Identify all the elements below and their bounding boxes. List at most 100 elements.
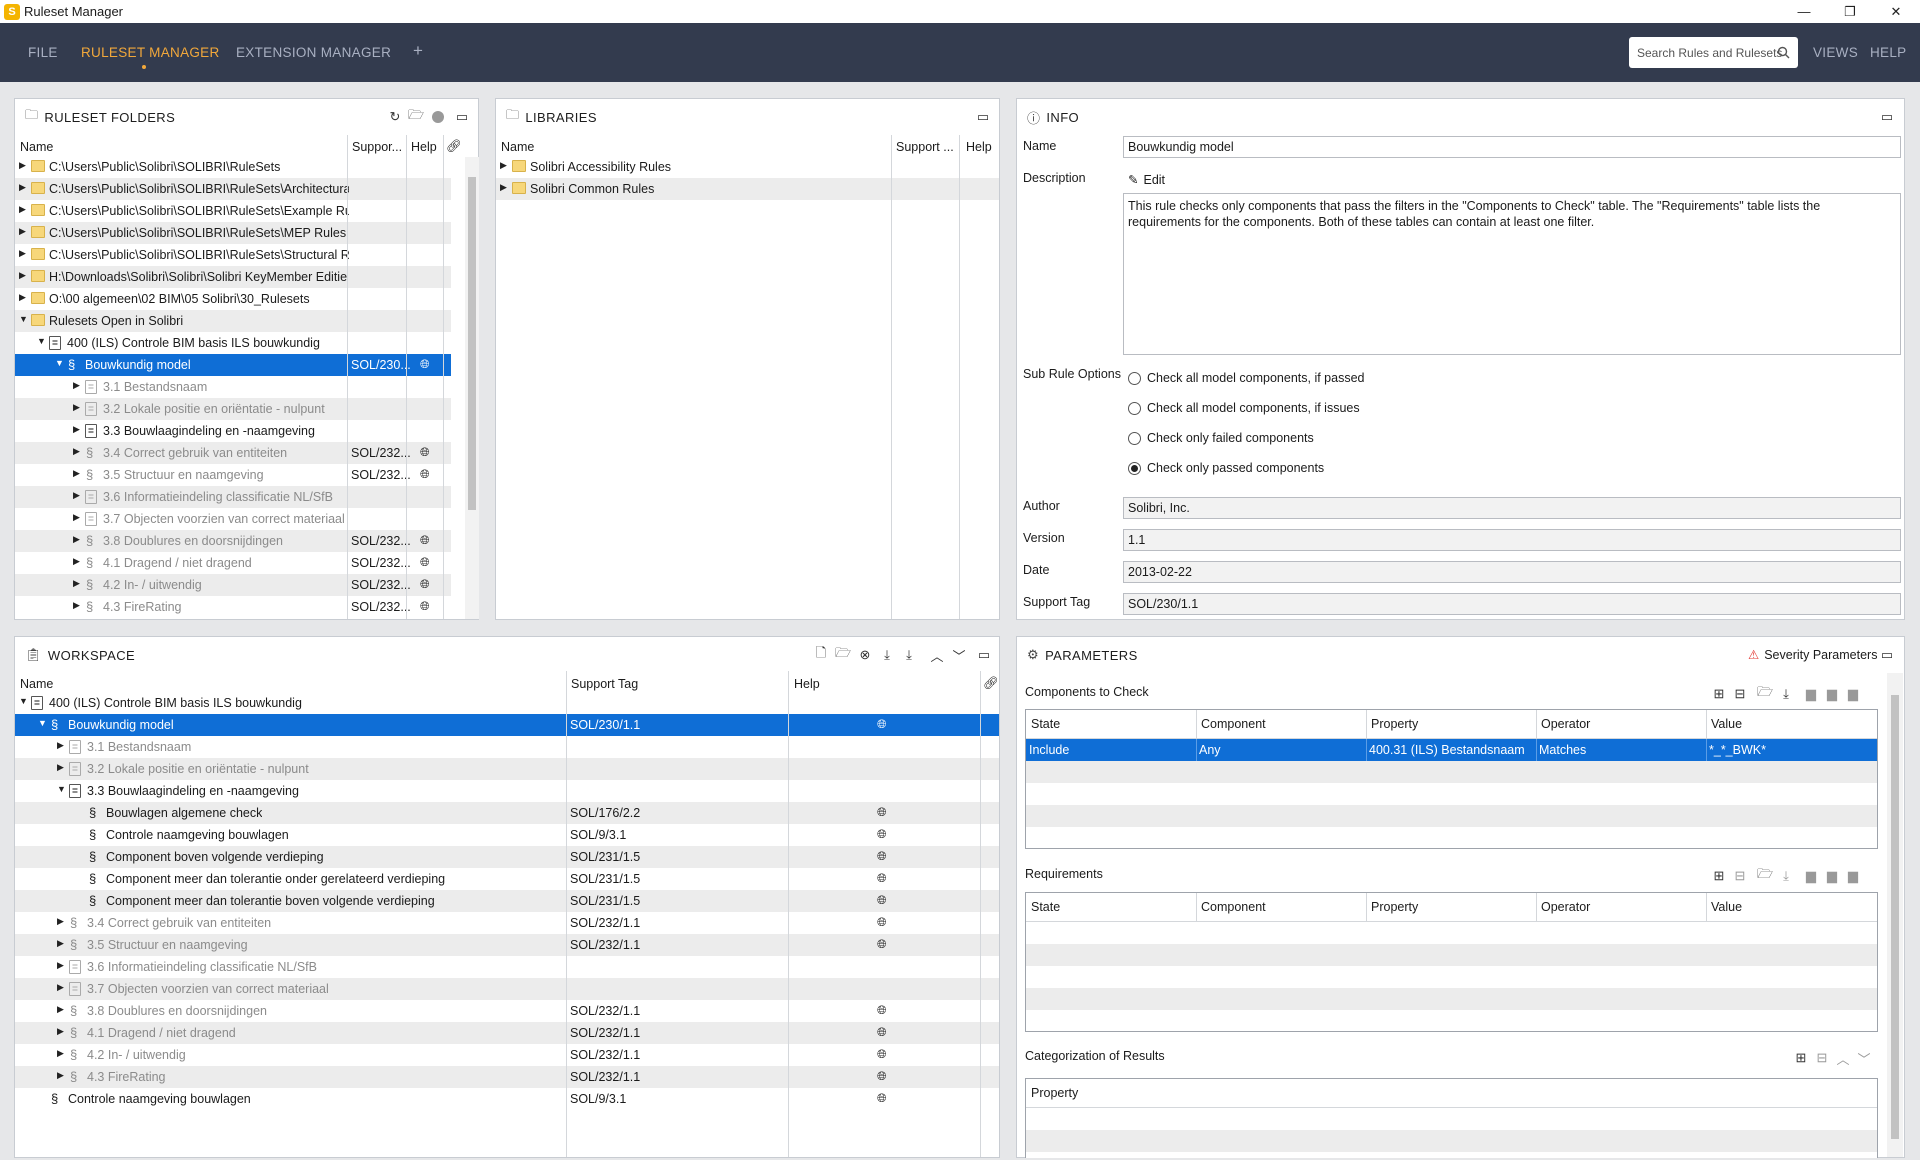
collapse-icon[interactable]: ▼ (55, 358, 64, 368)
add-filter-icon[interactable]: ⊞ (1710, 685, 1728, 703)
table-row[interactable] (1026, 966, 1877, 988)
option-check-passed[interactable]: Check only passed components (1128, 461, 1324, 475)
help-globe-icon[interactable]: 🌐︎ (877, 849, 887, 864)
col-property[interactable]: Property (1031, 1086, 1078, 1100)
table-row[interactable] (1026, 827, 1877, 849)
expand-icon[interactable]: ▶ (73, 490, 80, 501)
expand-icon[interactable]: ▶ (73, 468, 80, 479)
move-up-icon[interactable]: ︿ (928, 646, 946, 664)
tree-row[interactable]: ▶ ≣ 3.2 Lokale positie en oriëntatie - nul… (15, 758, 999, 780)
tree-row[interactable]: ▶ ≣ 3.7 Objecten voorzien van correct mate… (15, 978, 999, 1000)
tree-row[interactable]: § Component meer dan tolerantie boven vol… (15, 890, 999, 912)
tree-row[interactable]: ▶ § 3.4 Correct gebruik van entiteiten SOL/… (15, 442, 451, 464)
expand-icon[interactable]: ▶ (19, 182, 26, 193)
move-down-icon[interactable]: ﹀ (1855, 1049, 1873, 1067)
expand-icon[interactable]: ▶ (73, 446, 80, 457)
tree-row[interactable]: ▶ ≣ 3.1 Bestandsnaam (15, 736, 999, 758)
parameters-scrollbar[interactable] (1887, 673, 1903, 1157)
tree-row[interactable]: ▶ ≣ 3.6 Informatieindeling classificatie N… (15, 956, 999, 978)
table-row[interactable] (1026, 783, 1877, 805)
description-field[interactable]: This rule checks only components that pa… (1123, 193, 1901, 355)
clipboard-icon[interactable]: ▆ (1844, 685, 1862, 703)
name-field[interactable]: Bouwkundig model (1123, 136, 1901, 158)
expand-icon[interactable]: ▶ (73, 380, 80, 391)
tree-row[interactable]: ▶ C:\Users\Public\Solibri\SOLIBRI\RuleSet… (15, 244, 451, 266)
expand-icon[interactable]: ▶ (57, 1026, 64, 1037)
expand-icon[interactable]: ▶ (19, 248, 26, 259)
help-globe-icon[interactable]: 🌐︎ (420, 445, 430, 460)
menu-extension-manager[interactable]: EXTENSION MANAGER (236, 45, 391, 60)
option-check-all-issues[interactable]: Check all model components, if issues (1128, 401, 1360, 415)
expand-icon[interactable]: ▶ (73, 512, 80, 523)
tree-row[interactable]: § Bouwlagen algemene check SOL/176/2.2 🌐︎ (15, 802, 999, 824)
tree-row[interactable]: ▶ § 4.2 In- / uitwendig SOL/232... 🌐︎ (15, 574, 451, 596)
col-support[interactable]: Suppor... (352, 140, 402, 154)
help-globe-icon[interactable]: 🌐︎ (420, 599, 430, 614)
help-globe-icon[interactable]: 🌐︎ (420, 577, 430, 592)
tree-row[interactable]: ▶ ≣ 3.3 Bouwlaagindeling en -naamgeving (15, 420, 451, 442)
paperclip-icon[interactable]: 🔗︎ (983, 676, 999, 691)
scrollbar-thumb[interactable] (468, 177, 476, 510)
tree-row[interactable]: ▶ § 4.1 Dragend / niet dragend SOL/232/1.1 🌐… (15, 1022, 999, 1044)
clipboard-icon[interactable]: ▆ (1844, 867, 1862, 885)
tree-row[interactable]: ▶ § 3.5 Structuur en naamgeving SOL/232/1.1… (15, 934, 999, 956)
expand-icon[interactable]: ▶ (19, 204, 26, 215)
save-requirement-icon[interactable]: ⤓ (1777, 867, 1795, 885)
expand-icon[interactable]: ▶ (57, 1070, 64, 1081)
menu-help[interactable]: HELP (1870, 45, 1906, 60)
help-globe-icon[interactable]: 🌐︎ (877, 871, 887, 886)
minimize-icon[interactable]: — (1784, 0, 1824, 23)
tree-row[interactable]: ▶ § 4.2 In- / uitwendig SOL/232/1.1 🌐︎ (15, 1044, 999, 1066)
col-state[interactable]: State (1031, 717, 1060, 731)
maximize-panel-icon[interactable]: ▭ (1878, 646, 1896, 664)
tree-row[interactable]: ▶ C:\Users\Public\Solibri\SOLIBRI\RuleSet… (15, 222, 451, 244)
download-icon[interactable]: ⤓ (878, 646, 896, 664)
remove-requirement-icon[interactable]: ⊟ (1731, 867, 1749, 885)
col-operator[interactable]: Operator (1541, 900, 1590, 914)
col-help[interactable]: Help (966, 140, 992, 154)
col-support[interactable]: Support ... (896, 140, 954, 154)
tree-row[interactable]: § Component meer dan tolerantie onder ger… (15, 868, 999, 890)
expand-icon[interactable]: ▶ (500, 160, 507, 171)
tree-row[interactable]: ▶ Solibri Common Rules (496, 178, 999, 200)
date-field[interactable]: 2013-02-22 (1123, 561, 1901, 583)
copy-icon[interactable]: ▆ (1823, 685, 1841, 703)
tree-row[interactable]: ▶ C:\Users\Public\Solibri\SOLIBRI\RuleSet… (15, 178, 451, 200)
table-cell[interactable]: *_*_BWK* (1709, 743, 1766, 757)
col-name[interactable]: Name (20, 140, 53, 154)
close-icon[interactable]: ✕ (1876, 0, 1916, 23)
table-row[interactable] (1026, 1010, 1877, 1032)
col-state[interactable]: State (1031, 900, 1060, 914)
tree-row[interactable]: ▼ ≣ 3.3 Bouwlaagindeling en -naamgeving (15, 780, 999, 802)
tree-row[interactable]: § Controle naamgeving bouwlagen SOL/9/3.1 🌐… (15, 824, 999, 846)
tree-row[interactable]: § Controle naamgeving bouwlagen SOL/9/3.1 🌐… (15, 1088, 999, 1110)
tree-row[interactable]: ▶ ≣ 3.2 Lokale positie en oriëntatie - nul… (15, 398, 451, 420)
expand-icon[interactable]: ▶ (57, 982, 64, 993)
help-globe-icon[interactable]: 🌐︎ (877, 1003, 887, 1018)
table-row[interactable] (1026, 761, 1877, 783)
restore-icon[interactable]: ❐ (1830, 0, 1870, 23)
col-value[interactable]: Value (1711, 900, 1742, 914)
menu-ruleset-manager[interactable]: RULESET MANAGER (81, 45, 220, 60)
tree-row[interactable]: ▶ H:\Downloads\Solibri\Solibri\Solibri Ke… (15, 266, 451, 288)
table-row[interactable] (1026, 944, 1877, 966)
help-globe-icon[interactable]: 🌐︎ (877, 827, 887, 842)
help-globe-icon[interactable]: 🌐︎ (420, 357, 430, 372)
tree-row[interactable]: ▶ ≣ 3.7 Objecten voorzien van correct mate… (15, 508, 451, 530)
expand-icon[interactable]: ▶ (57, 1048, 64, 1059)
refresh-icon[interactable]: ↻ (386, 108, 404, 126)
severity-parameters-button[interactable]: ⚠ Severity Parameters (1748, 647, 1877, 663)
expand-icon[interactable]: ▶ (57, 960, 64, 971)
tree-row[interactable]: ▶ C:\Users\Public\Solibri\SOLIBRI\RuleSet… (15, 156, 451, 178)
col-property[interactable]: Property (1371, 717, 1418, 731)
option-check-failed[interactable]: Check only failed components (1128, 431, 1314, 445)
move-up-icon[interactable]: ︿ (1834, 1049, 1852, 1067)
table-cell[interactable]: Matches (1539, 743, 1586, 757)
expand-icon[interactable]: ▶ (57, 1004, 64, 1015)
tree-row[interactable]: ▶ § 4.3 FireRating SOL/232/1.1 🌐︎ (15, 1066, 999, 1088)
expand-icon[interactable]: ▶ (19, 226, 26, 237)
menu-file[interactable]: FILE (28, 45, 58, 60)
maximize-panel-icon[interactable]: ▭ (1878, 108, 1896, 126)
expand-icon[interactable]: ▶ (73, 600, 80, 611)
copy-icon[interactable]: ▆ (1823, 867, 1841, 885)
